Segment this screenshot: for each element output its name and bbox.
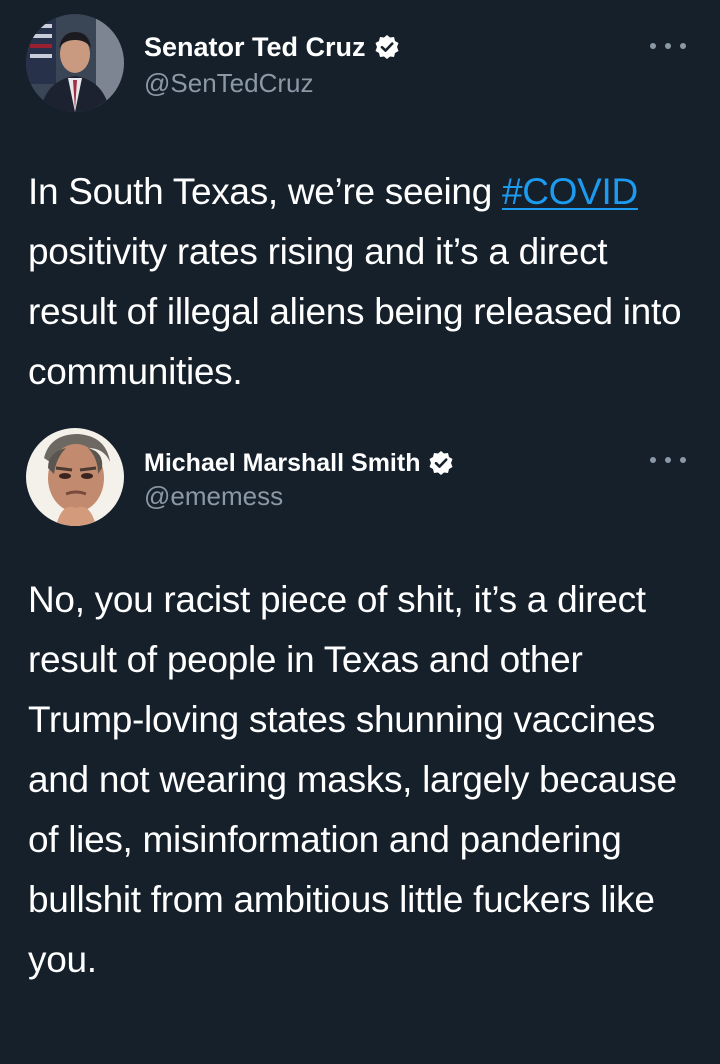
tweet-senator-ted-cruz: Senator Ted Cruz @SenTedCruz In South Te… (0, 0, 720, 420)
tweet-text: No, you racist piece of shit, it’s a dir… (28, 579, 677, 980)
tweet-michael-marshall-smith: Michael Marshall Smith @ememess No, you … (0, 420, 720, 1064)
author-name-row: Senator Ted Cruz (144, 30, 400, 64)
more-dot (665, 43, 671, 49)
more-dot (650, 457, 656, 463)
verified-badge-icon (428, 450, 454, 476)
verified-badge-icon (374, 34, 400, 60)
more-dot (665, 457, 671, 463)
more-options-icon[interactable] (650, 450, 686, 470)
more-dot (680, 457, 686, 463)
author-handle[interactable]: @ememess (144, 480, 283, 512)
author-handle[interactable]: @SenTedCruz (144, 67, 313, 99)
tweet-text: In South Texas, we’re seeing #COVID posi… (28, 162, 700, 402)
author-display-name[interactable]: Michael Marshall Smith (144, 446, 420, 480)
author-display-name[interactable]: Senator Ted Cruz (144, 30, 366, 64)
hashtag-link[interactable]: #COVID (502, 171, 638, 212)
more-dot (680, 43, 686, 49)
tweet-text-after: positivity rates rising and it’s a direc… (28, 231, 682, 392)
avatar[interactable] (26, 14, 124, 112)
tweet-text-before: In South Texas, we’re seeing (28, 171, 502, 212)
more-options-icon[interactable] (650, 36, 686, 56)
author-name-row: Michael Marshall Smith (144, 446, 454, 480)
more-dot (650, 43, 656, 49)
avatar[interactable] (26, 428, 124, 526)
